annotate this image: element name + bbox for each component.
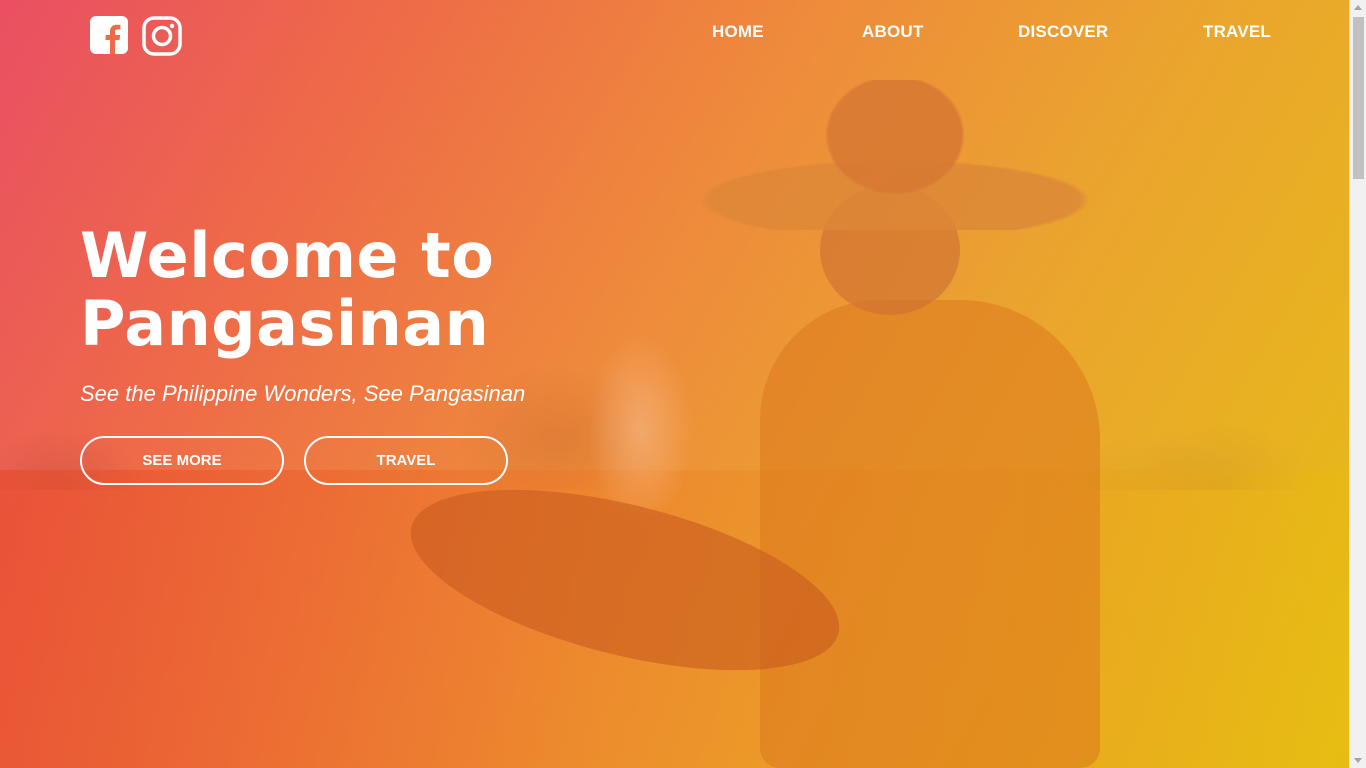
hero-title-line-2: Pangasinan [80, 287, 490, 360]
see-more-button[interactable]: SEE MORE [80, 436, 284, 485]
straw-hat [700, 80, 1090, 230]
scroll-down-arrow-icon[interactable] [1354, 758, 1362, 763]
nav-item-travel[interactable]: TRAVEL [1203, 22, 1271, 42]
hero-title: Welcome to Pangasinan [80, 222, 600, 358]
scroll-up-arrow-icon[interactable] [1354, 5, 1362, 10]
hero-subtitle: See the Philippine Wonders, See Pangasin… [80, 381, 526, 406]
main-nav: HOME ABOUT DISCOVER TRAVEL [0, 22, 1349, 46]
scrollbar-thumb[interactable] [1353, 17, 1364, 179]
farmer-figure [760, 300, 1100, 768]
nav-item-about[interactable]: ABOUT [862, 22, 923, 42]
nav-item-discover[interactable]: DISCOVER [1018, 22, 1108, 42]
travel-button[interactable]: TRAVEL [304, 436, 508, 485]
nav-item-home[interactable]: HOME [712, 22, 764, 42]
page: HOME ABOUT DISCOVER TRAVEL Welcome to Pa… [0, 0, 1366, 768]
vertical-scrollbar[interactable] [1349, 0, 1366, 768]
hero-title-line-1: Welcome to [80, 219, 495, 292]
